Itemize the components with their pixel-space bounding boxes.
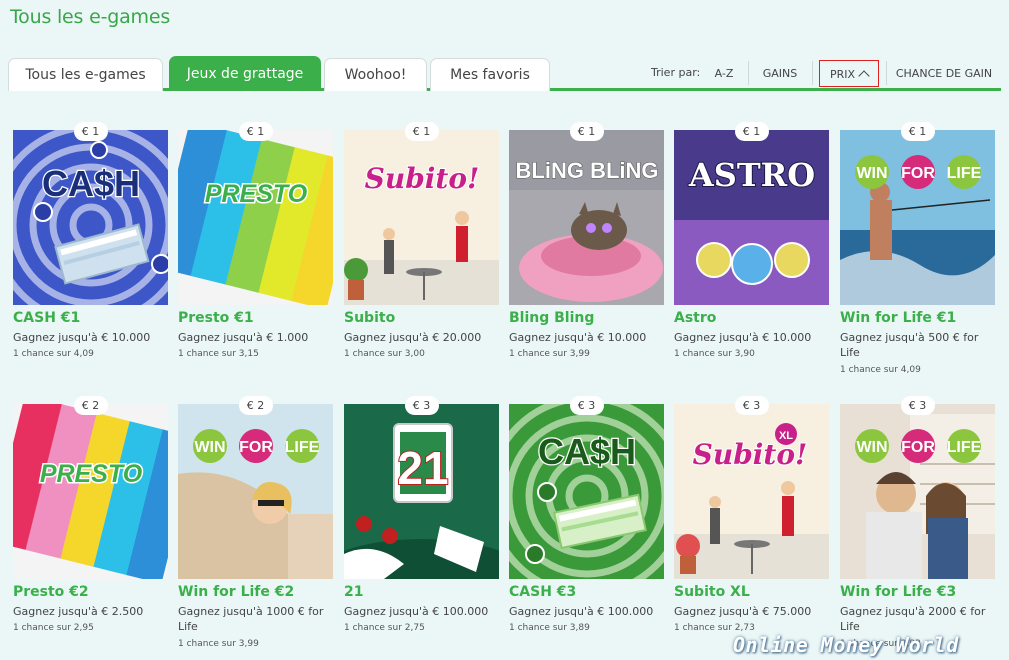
art-title: FOR — [239, 439, 273, 456]
art-title: CA$H — [538, 431, 636, 472]
art-title: Subito! — [365, 162, 480, 195]
tab-favorites[interactable]: Mes favoris — [430, 58, 550, 91]
sort-divider — [748, 61, 749, 85]
art-title: CA$H — [42, 163, 140, 204]
game-title[interactable]: Bling Bling — [509, 310, 594, 326]
game-max-win: Gagnez jusqu'à € 10.000 — [674, 331, 812, 344]
game-art-win-for-life[interactable]: WIN FOR LIFE — [178, 404, 333, 579]
price-badge: € 3 — [404, 396, 439, 415]
game-art-bling-bling[interactable]: BLiNG BLiNG — [509, 130, 664, 305]
sort-chance-button[interactable]: CHANCE DE GAIN — [893, 60, 995, 87]
game-title[interactable]: Presto €1 — [178, 310, 254, 326]
game-art-astro[interactable]: ASTRO — [674, 130, 829, 305]
game-odds: 1 chance sur 3,00 — [344, 349, 425, 359]
sort-az-button[interactable]: A-Z — [706, 60, 742, 87]
game-art-win-for-life[interactable]: WIN FOR LIFE — [840, 404, 995, 579]
art-title: WIN — [856, 165, 887, 182]
tab-scratch-games[interactable]: Jeux de grattage — [169, 56, 321, 91]
price-badge: € 1 — [734, 122, 769, 141]
game-max-win: Gagnez jusqu'à 1000 € for Life — [178, 605, 324, 633]
game-max-win: Gagnez jusqu'à € 100.000 — [509, 605, 654, 618]
game-max-win: Gagnez jusqu'à € 100.000 — [344, 605, 489, 618]
sort-price-label: PRIX — [829, 68, 856, 81]
art-title: FOR — [901, 165, 935, 182]
game-odds: 1 chance sur 3,99 — [509, 349, 590, 359]
sort-price-button[interactable]: PRIX — [819, 60, 879, 87]
game-max-win: Gagnez jusqu'à 500 € for Life — [840, 331, 979, 359]
game-max-win: Gagnez jusqu'à 2000 € for Life — [840, 605, 986, 633]
game-odds: 1 chance sur 2,75 — [344, 623, 425, 633]
price-badge: € 1 — [238, 122, 273, 141]
price-badge: € 1 — [569, 122, 604, 141]
game-odds: 1 chance sur 3,89 — [509, 623, 590, 633]
tab-all-egames[interactable]: Tous les e-games — [8, 58, 163, 91]
art-title: PRESTO — [205, 180, 308, 208]
art-title: ASTRO — [688, 156, 815, 194]
game-art-cash[interactable]: CA$H — [13, 130, 168, 305]
art-title: WIN — [194, 439, 225, 456]
game-odds: 1 chance sur 3,90 — [674, 349, 755, 359]
game-title[interactable]: Win for Life €3 — [840, 584, 956, 600]
game-title[interactable]: 21 — [344, 584, 363, 600]
game-title[interactable]: CASH €3 — [509, 584, 576, 600]
art-title: FOR — [901, 439, 935, 456]
game-max-win: Gagnez jusqu'à € 10.000 — [13, 331, 151, 344]
chevron-up-icon — [858, 70, 870, 82]
game-odds: 1 chance sur 3,15 — [178, 349, 259, 359]
game-title[interactable]: Subito — [344, 310, 395, 326]
price-badge: € 1 — [404, 122, 439, 141]
game-odds: 1 chance sur 4,09 — [840, 365, 921, 375]
sort-label: Trier par: — [651, 66, 701, 79]
tab-woohoo[interactable]: Woohoo! — [324, 58, 427, 91]
game-art-subito[interactable]: Subito! — [344, 130, 499, 305]
game-art-21[interactable]: 21 — [344, 404, 499, 579]
art-title: LIFE — [285, 439, 320, 456]
art-title: Subito! — [693, 438, 808, 471]
sort-divider — [886, 61, 887, 85]
game-title[interactable]: CASH €1 — [13, 310, 80, 326]
game-max-win: Gagnez jusqu'à € 75.000 — [674, 605, 812, 618]
art-title: LIFE — [947, 165, 982, 182]
game-max-win: Gagnez jusqu'à € 2.500 — [13, 605, 144, 618]
game-art-win-for-life[interactable]: WIN FOR LIFE — [840, 130, 995, 305]
watermark: Online Money World — [733, 633, 959, 657]
game-odds: 1 chance sur 4,09 — [13, 349, 94, 359]
game-title[interactable]: Win for Life €1 — [840, 310, 956, 326]
game-title[interactable]: Subito XL — [674, 584, 750, 600]
price-badge: € 1 — [900, 122, 935, 141]
art-title: WIN — [856, 439, 887, 456]
game-title[interactable]: Win for Life €2 — [178, 584, 294, 600]
game-odds: 1 chance sur 3,99 — [178, 639, 259, 649]
game-title[interactable]: Astro — [674, 310, 716, 326]
game-odds: 1 chance sur 2,73 — [674, 623, 755, 633]
game-max-win: Gagnez jusqu'à € 10.000 — [509, 331, 647, 344]
price-badge: € 3 — [734, 396, 769, 415]
price-badge: € 3 — [569, 396, 604, 415]
game-art-presto[interactable]: PRESTO — [178, 130, 333, 305]
art-title: 21 — [397, 442, 448, 494]
game-art-subito-xl[interactable]: XL Subito! — [674, 404, 829, 579]
game-art-presto[interactable]: PRESTO — [13, 404, 168, 579]
price-badge: € 3 — [900, 396, 935, 415]
game-title[interactable]: Presto €2 — [13, 584, 89, 600]
game-art-cash[interactable]: CA$H — [509, 404, 664, 579]
page-title: Tous les e-games — [10, 6, 171, 28]
art-title: BLiNG BLiNG — [516, 158, 659, 183]
sort-divider — [812, 61, 813, 85]
game-odds: 1 chance sur 2,95 — [13, 623, 94, 633]
game-max-win: Gagnez jusqu'à € 1.000 — [178, 331, 309, 344]
sort-gains-button[interactable]: GAINS — [755, 60, 805, 87]
art-title: LIFE — [947, 439, 982, 456]
price-badge: € 1 — [73, 122, 108, 141]
art-title: PRESTO — [40, 460, 143, 488]
game-max-win: Gagnez jusqu'à € 20.000 — [344, 331, 482, 344]
price-badge: € 2 — [73, 396, 108, 415]
price-badge: € 2 — [238, 396, 273, 415]
